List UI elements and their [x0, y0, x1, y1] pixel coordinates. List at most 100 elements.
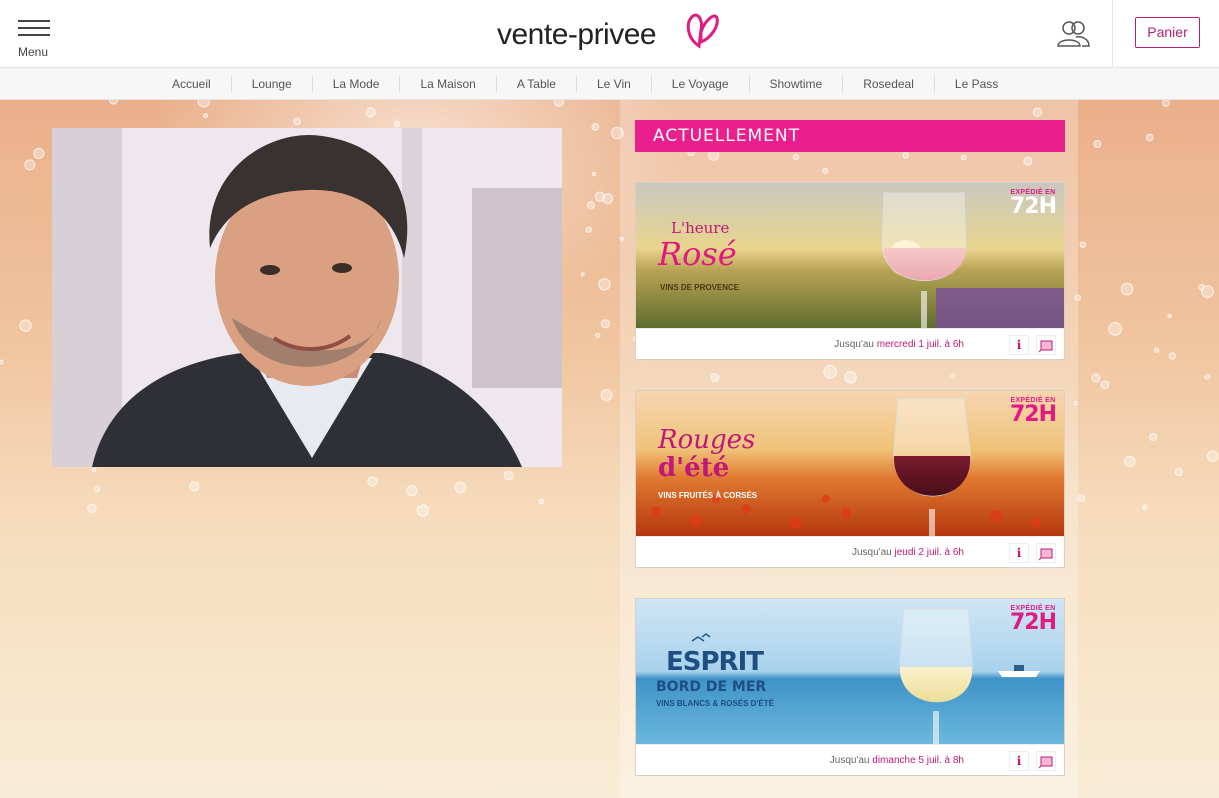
logo[interactable]: vente-privee — [497, 12, 727, 56]
nav-link-rosedeal[interactable]: Rosedeal — [843, 77, 934, 91]
nav-item: Le Pass — [935, 68, 1018, 100]
nav-link-showtime[interactable]: Showtime — [750, 77, 843, 91]
bubble — [1077, 494, 1085, 503]
sale-end-date: Jusqu'au jeudi 2 juil. à 6h — [852, 547, 964, 558]
bubble — [1108, 322, 1122, 336]
bubble — [1091, 373, 1101, 383]
bubble — [1174, 468, 1184, 477]
banner-subtitle: VINS BLANCS & ROSÉS D'ÉTÉ — [656, 699, 774, 708]
nav-link-le-pass[interactable]: Le Pass — [935, 77, 1018, 91]
sale-card[interactable]: ESPRIT BORD DE MER VINS BLANCS & ROSÉS D… — [635, 598, 1065, 776]
hamburger-icon — [18, 20, 50, 22]
bubble — [109, 100, 118, 105]
shipping-badge: EXPÉDIÉ EN 72H — [1009, 189, 1057, 219]
sale-banner[interactable]: L'heure Rosé VINS DE PROVENCE EXPÉDIÉ EN… — [636, 183, 1064, 328]
users-icon[interactable] — [1056, 20, 1090, 48]
bubble — [365, 107, 376, 118]
banner-subtitle: VINS DE PROVENCE — [660, 283, 740, 292]
info-button[interactable]: i — [1009, 543, 1029, 563]
sale-banner[interactable]: Rouges d'été VINS FRUITÉS À CORSÉS EXPÉD… — [636, 391, 1064, 536]
menu-label: Menu — [18, 45, 49, 59]
share-icon[interactable] — [1036, 751, 1056, 771]
portrait-photo — [52, 128, 562, 467]
bubble — [454, 481, 467, 494]
bubble — [594, 191, 606, 202]
bubble — [189, 481, 200, 492]
hamburger-icon-bar — [18, 34, 50, 36]
sale-end-date: Jusqu'au dimanche 5 juil. à 8h — [830, 755, 964, 766]
bubble — [585, 226, 592, 233]
bubble — [0, 359, 4, 365]
banner-subtitle: VINS FRUITÉS À CORSÉS — [658, 491, 758, 500]
bubble — [203, 113, 209, 119]
bubble — [91, 467, 97, 473]
bubble — [591, 171, 597, 177]
sale-end-date: Jusqu'au mercredi 1 juil. à 6h — [834, 339, 964, 350]
sale-footer: Jusqu'au mercredi 1 juil. à 6h i — [636, 328, 1064, 359]
bubble — [1162, 100, 1170, 107]
date-value: jeudi 2 juil. à 6h — [894, 547, 965, 558]
shipping-badge: EXPÉDIÉ EN 72H — [1009, 605, 1057, 635]
nav-item: Showtime — [750, 68, 843, 100]
bubble — [600, 389, 613, 402]
info-button[interactable]: i — [1009, 751, 1029, 771]
nav-item: La Mode — [313, 68, 400, 100]
date-prefix: Jusqu'au — [852, 547, 892, 558]
main-content: ACTUELLEMENT L'heure Rosé VINS DE PROVEN… — [0, 100, 1219, 798]
nav-link-a-table[interactable]: A Table — [497, 77, 576, 91]
banner-title-line2: BORD DE MER — [656, 679, 767, 695]
shipping-badge: EXPÉDIÉ EN 72H — [1010, 397, 1057, 426]
bubble — [538, 498, 545, 505]
bubble — [393, 120, 401, 128]
bubble — [553, 100, 564, 107]
nav-item: A Table — [497, 68, 576, 100]
logo-text: vente-privee — [497, 18, 657, 51]
bubble — [1167, 313, 1172, 319]
date-prefix: Jusqu'au — [834, 339, 874, 350]
bubble — [587, 201, 595, 210]
nav-item: Accueil — [152, 68, 231, 100]
share-icon[interactable] — [1036, 543, 1056, 563]
main-nav: Accueil Lounge La Mode La Maison A Table Le V… — [0, 68, 1219, 100]
bubble — [19, 319, 32, 332]
badge-main: 72H — [1009, 194, 1057, 219]
cart-button[interactable]: Panier — [1135, 17, 1200, 48]
bubble — [93, 485, 101, 493]
bubble — [1142, 504, 1148, 510]
nav-link-le-voyage[interactable]: Le Voyage — [652, 77, 749, 91]
nav-link-lounge[interactable]: Lounge — [232, 77, 312, 91]
nav-link-accueil[interactable]: Accueil — [152, 77, 231, 91]
bubble — [24, 159, 36, 171]
bubble — [87, 503, 97, 514]
bubble — [1149, 433, 1158, 442]
bubble — [503, 470, 514, 481]
date-value: dimanche 5 juil. à 8h — [872, 755, 964, 766]
bubble — [33, 147, 45, 160]
bubble — [598, 278, 611, 291]
bubble — [1201, 285, 1214, 299]
menu-button[interactable]: Menu — [18, 20, 54, 60]
nav-link-le-vin[interactable]: Le Vin — [577, 77, 651, 91]
nav-link-la-mode[interactable]: La Mode — [313, 77, 400, 91]
header-divider — [1112, 0, 1113, 68]
sale-banner[interactable]: ESPRIT BORD DE MER VINS BLANCS & ROSÉS D… — [636, 599, 1064, 744]
bubble — [416, 504, 429, 517]
bubble — [1100, 380, 1110, 390]
bubble — [1204, 373, 1211, 380]
sale-card[interactable]: Rouges d'été VINS FRUITÉS À CORSÉS EXPÉD… — [635, 390, 1065, 568]
bubble — [580, 272, 585, 277]
butterfly-icon — [686, 13, 719, 49]
info-button[interactable]: i — [1009, 335, 1029, 355]
section-title: ACTUELLEMENT — [635, 120, 1065, 152]
bubble — [1145, 133, 1154, 142]
hamburger-icon-bar — [18, 27, 50, 29]
share-icon[interactable] — [1036, 335, 1056, 355]
banner-title-line1: ESPRIT — [666, 647, 764, 677]
bubble — [367, 476, 378, 487]
nav-item: La Maison — [400, 68, 495, 100]
badge-main: 72H — [1009, 610, 1057, 635]
nav-link-la-maison[interactable]: La Maison — [400, 77, 495, 91]
bubble — [293, 117, 301, 126]
sale-card[interactable]: L'heure Rosé VINS DE PROVENCE EXPÉDIÉ EN… — [635, 182, 1065, 360]
date-prefix: Jusqu'au — [829, 755, 870, 766]
